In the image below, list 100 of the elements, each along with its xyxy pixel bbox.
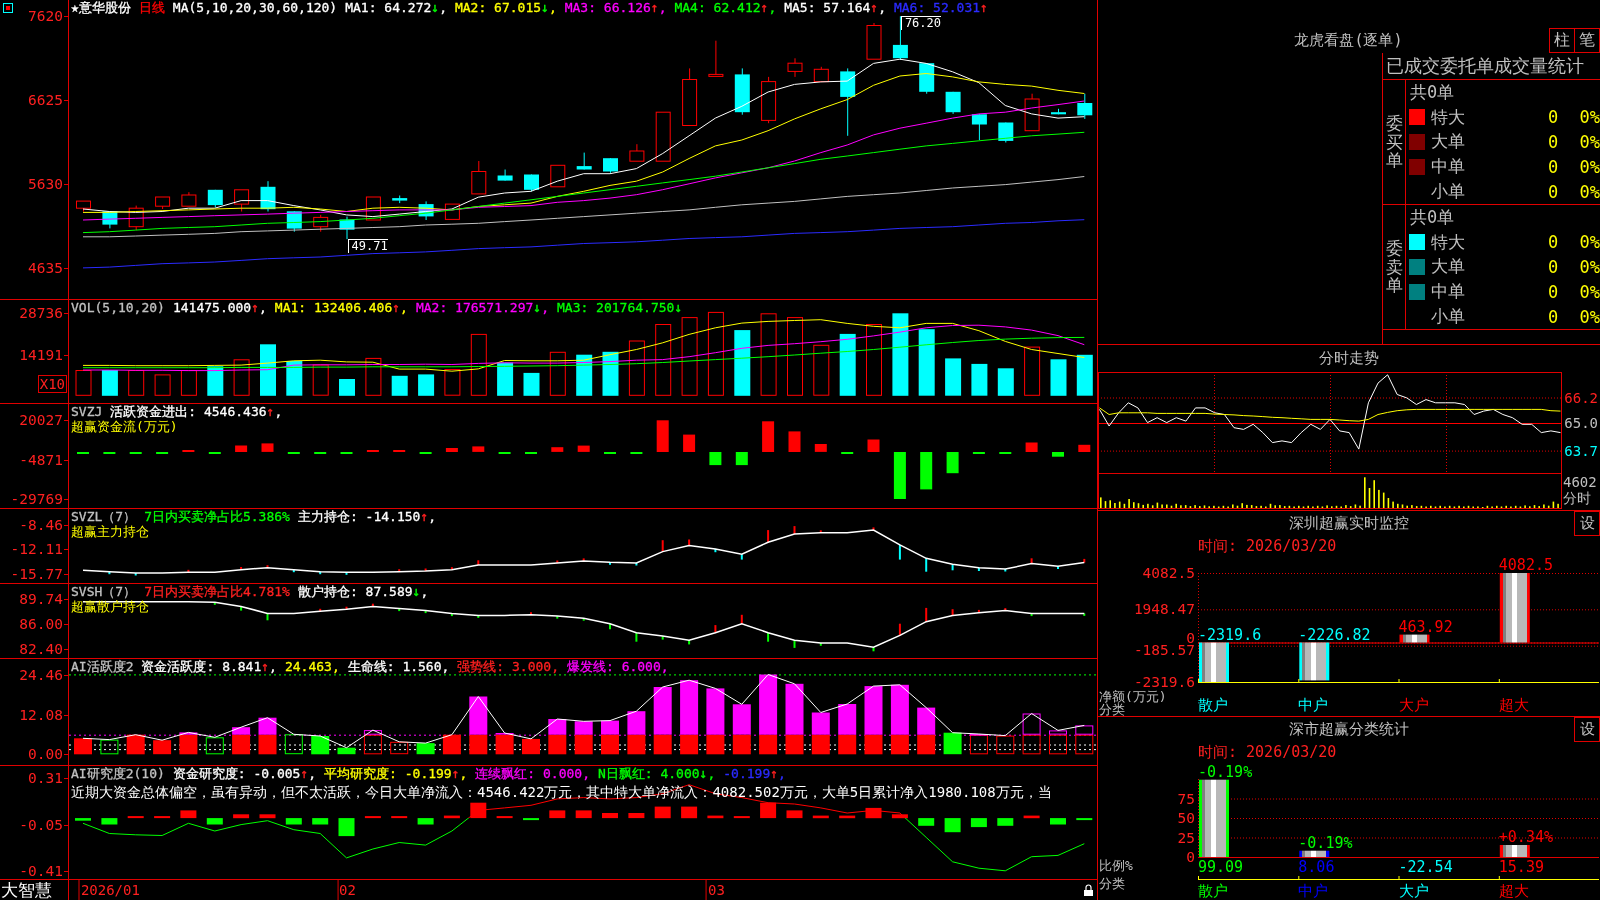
bar — [732, 704, 751, 735]
candlestick — [734, 67, 750, 116]
candlestick — [471, 160, 487, 195]
lock-icon — [1084, 884, 1093, 896]
change-tick — [819, 642, 822, 647]
bar — [890, 734, 909, 755]
flow-bar — [577, 445, 590, 452]
axis-label: 24.46 — [19, 666, 63, 683]
change-tick — [740, 553, 743, 561]
candlestick — [998, 122, 1014, 143]
volume-bar — [128, 370, 145, 396]
volume-bar — [233, 359, 250, 396]
volume-bar — [418, 374, 435, 396]
category-label: 散户 — [1198, 697, 1228, 713]
toggle-button[interactable]: 柱 — [1549, 28, 1575, 53]
flow-bar — [551, 447, 564, 452]
change-tick — [872, 646, 875, 653]
volume-bar — [945, 358, 962, 396]
change-label: +0.34% — [1498, 829, 1553, 845]
activity-bar — [390, 741, 409, 755]
order-size-label: 特大 — [1431, 230, 1466, 254]
indicator-subtitle: 超赢主力持仓 — [71, 524, 149, 539]
flow-bar — [814, 444, 827, 452]
bar — [232, 734, 251, 755]
candlestick — [497, 169, 513, 182]
ratio-value: -22.54 — [1398, 859, 1453, 875]
flow-bar — [1025, 442, 1038, 452]
legend-item: 生命线: 1.560, — [347, 659, 450, 674]
change-tick — [688, 538, 691, 547]
volume-bar — [1024, 346, 1041, 396]
research-bar — [997, 818, 1014, 826]
legend-item: 平均研究度: -0.199↑, — [324, 766, 468, 781]
axis-label: -12.11 — [10, 540, 63, 557]
candlestick — [1051, 108, 1066, 115]
change-tick — [661, 635, 664, 641]
axis-label: 50 — [1177, 812, 1195, 824]
legend-item: 活跃资金进出: 4546.436↑, — [110, 404, 283, 419]
change-tick — [793, 639, 796, 649]
activity-bar — [943, 732, 962, 755]
settings-button[interactable]: 设 — [1574, 511, 1600, 536]
volume-bar — [1076, 354, 1093, 396]
flow-bar — [893, 452, 906, 499]
bar — [759, 734, 778, 755]
research-bar — [312, 818, 329, 825]
flow-bar — [762, 421, 775, 452]
category-label: 超大 — [1498, 697, 1529, 713]
change-tick — [925, 606, 928, 623]
volume-bar — [470, 333, 487, 396]
bar — [1049, 730, 1067, 735]
volume-bar — [260, 344, 276, 396]
change-tick — [450, 612, 453, 618]
candlestick — [629, 143, 645, 162]
axis-title: 净额(万元) — [1099, 690, 1167, 704]
axis-label: 82.40 — [19, 641, 63, 658]
change-tick — [951, 608, 954, 617]
legend-item: -0.199↑, — [723, 766, 786, 781]
research-bar — [127, 816, 144, 819]
settings-button[interactable]: 设 — [1574, 717, 1600, 742]
legend-item: ★意华股份 — [71, 0, 131, 15]
volume-bar — [391, 375, 408, 396]
research-bar — [681, 806, 698, 819]
change-tick — [1004, 568, 1007, 573]
axis-label: 20027 — [19, 412, 63, 429]
change-tick — [898, 622, 901, 637]
volume-bar — [444, 369, 461, 396]
research-bar — [75, 818, 91, 821]
order-share: 0% — [1578, 306, 1600, 327]
value-label: 463.92 — [1398, 618, 1453, 635]
date-label: 时间: 2026/03/20 — [1198, 743, 1337, 761]
volume-bar — [207, 366, 224, 396]
activity-bar — [179, 732, 198, 755]
change-tick — [134, 572, 137, 577]
change-tick — [319, 607, 322, 613]
legend-item: MA2: 67.015↓, — [454, 0, 557, 15]
research-bar — [1023, 815, 1040, 819]
bar — [838, 704, 857, 735]
candlestick — [945, 91, 961, 115]
axis-label: -15.77 — [10, 565, 63, 582]
activity-bar — [74, 738, 92, 755]
toggle-button[interactable]: 笔 — [1575, 28, 1600, 53]
table-title: 已成交委托单成交量统计 — [1386, 55, 1584, 76]
activity-bar — [838, 704, 857, 755]
change-tick — [872, 526, 875, 532]
research-bar — [1050, 818, 1066, 825]
legend-item: MA3: 201764.750↓ — [557, 300, 683, 315]
activity-bar — [337, 747, 356, 755]
bar — [838, 734, 857, 755]
bar — [1049, 734, 1067, 755]
change-tick — [582, 557, 585, 562]
research-bar — [760, 802, 777, 819]
bar — [1075, 725, 1094, 735]
research-bar — [1076, 818, 1093, 821]
research-bar — [733, 816, 750, 819]
candlestick — [576, 152, 592, 170]
candlestick — [787, 57, 803, 78]
axis-label: -8.46 — [19, 516, 63, 533]
activity-bar — [732, 704, 751, 755]
order-share: 0% — [1578, 107, 1600, 128]
chart-bar — [1399, 634, 1430, 643]
research-bar — [839, 815, 856, 819]
